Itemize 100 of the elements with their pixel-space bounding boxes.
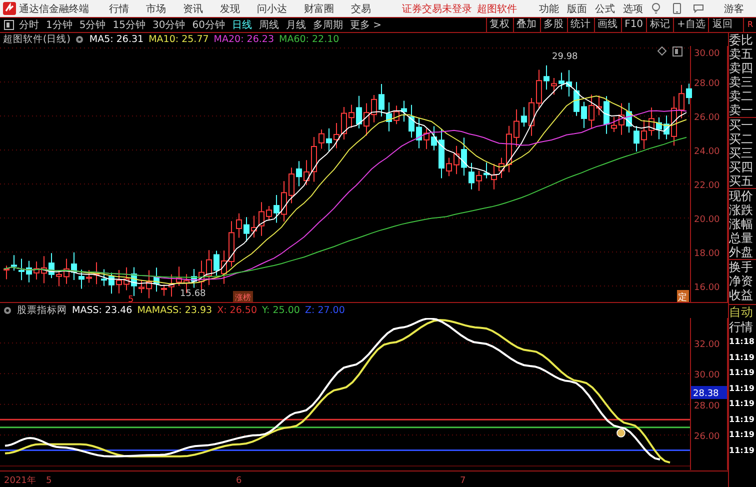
candlestick: [168, 274, 174, 298]
menu-item[interactable]: 交易: [351, 2, 371, 16]
candlestick: [514, 108, 520, 148]
phone-icon[interactable]: [673, 3, 681, 14]
candlestick: [431, 126, 437, 151]
candlestick: [558, 72, 564, 90]
menu-item[interactable]: 资讯: [183, 2, 203, 16]
menu-item[interactable]: 功能: [539, 2, 559, 16]
menu-item[interactable]: 行情: [109, 2, 129, 16]
toolbar-button[interactable]: 画线: [594, 18, 621, 32]
current-value-label: 28.38: [691, 386, 727, 399]
lightbulb-icon[interactable]: [651, 3, 661, 14]
candlestick: [581, 101, 587, 129]
toolbar-button[interactable]: 统计: [566, 18, 594, 32]
candlestick: [484, 162, 490, 179]
quote-field-label: 委比: [729, 33, 754, 47]
period-tab[interactable]: 日线: [232, 18, 252, 32]
candlestick: [326, 128, 332, 152]
candlestick: [371, 94, 377, 123]
period-tab[interactable]: 分时: [19, 18, 39, 32]
candlestick: [348, 104, 354, 128]
menu-item[interactable]: 财富圈: [304, 2, 334, 16]
login-status[interactable]: 证券交易未登录: [402, 2, 472, 16]
candlestick: [176, 266, 182, 286]
indicator-value: MAMASS: 23.93: [137, 305, 212, 316]
app-logo-icon: [3, 2, 16, 15]
date-axis-label: 6: [236, 476, 242, 486]
quote-field-label: 换手: [729, 260, 754, 274]
candlestick: [626, 102, 632, 134]
candlestick: [454, 145, 460, 175]
trade-time: 11:19: [729, 444, 756, 456]
candlestick: [274, 194, 280, 224]
diamond-icon[interactable]: [657, 46, 667, 56]
toolbar-button[interactable]: +自选: [673, 18, 708, 32]
indicator-value: MA60: 22.10: [279, 34, 340, 45]
candlestick: [356, 95, 362, 129]
candlestick: [386, 102, 392, 132]
menu-item[interactable]: 选项: [623, 2, 643, 16]
candlestick: [588, 94, 594, 128]
menu-item[interactable]: 发现: [220, 2, 240, 16]
panel-toggle-icon[interactable]: [4, 20, 14, 30]
period-tab[interactable]: 5分钟: [79, 18, 106, 32]
menu-item[interactable]: 版面: [567, 2, 587, 16]
toolbar-button[interactable]: 复权: [486, 18, 513, 32]
candlestick: [476, 170, 482, 192]
candlestick: [124, 266, 130, 291]
toolbar-button[interactable]: 标记: [646, 18, 674, 32]
message-icon[interactable]: [693, 4, 704, 13]
candlestick: [154, 267, 160, 292]
price-axis-label: 16.00: [694, 283, 720, 293]
more-periods-button[interactable]: 更多 >: [350, 18, 382, 32]
user-label[interactable]: 游客: [724, 2, 744, 16]
period-tab[interactable]: 多周期: [312, 18, 343, 32]
toolbar-button[interactable]: 多股: [540, 18, 567, 32]
indicator-value: MA5: 26.31: [89, 34, 144, 45]
quote-field-label: 涨跌: [729, 203, 754, 217]
candlestick: [311, 136, 317, 182]
quote-field-label: 卖四: [729, 61, 754, 75]
candlestick: [664, 115, 670, 140]
trade-time: 11:19: [729, 414, 756, 426]
toolbar-button[interactable]: 叠加: [512, 18, 540, 32]
candlestick: [394, 105, 400, 125]
event-marker: 5: [128, 295, 134, 302]
candlestick: [101, 268, 107, 286]
toolbar-button[interactable]: R: [743, 18, 756, 32]
candlestick: [266, 206, 272, 221]
toolbar-button[interactable]: F10: [620, 18, 646, 32]
quote-field-label: 外盘: [729, 245, 756, 260]
candlestick: [334, 122, 340, 149]
gear-icon[interactable]: [3, 306, 12, 315]
menu-item[interactable]: 公式: [595, 2, 615, 16]
date-axis-label: 2021年: [4, 476, 36, 486]
candlestick: [544, 64, 550, 90]
period-tab[interactable]: 30分钟: [152, 18, 186, 32]
window-icon[interactable]: [672, 46, 682, 56]
toolbar-button[interactable]: 返回: [708, 18, 736, 32]
quote-field-label: 买三: [729, 146, 754, 160]
candlestick: [521, 106, 527, 128]
period-tab[interactable]: 15分钟: [112, 18, 146, 32]
menu-item[interactable]: 问小达: [257, 2, 287, 16]
candlestick: [244, 216, 250, 242]
candlestick: [498, 157, 504, 179]
menu-item[interactable]: 市场: [146, 2, 166, 16]
candlestick: [146, 270, 152, 299]
candlestick: [671, 96, 677, 146]
trade-time: 11:19: [729, 367, 756, 379]
candlestick: [304, 160, 310, 186]
candlestick: [611, 116, 617, 132]
candlestick: [656, 116, 662, 140]
period-tab[interactable]: 1分钟: [46, 18, 72, 32]
gear-icon[interactable]: [75, 35, 84, 44]
candlestick: [206, 250, 212, 286]
candlestick: [468, 162, 474, 190]
period-tab[interactable]: 月线: [286, 18, 306, 32]
period-tab[interactable]: 60分钟: [192, 18, 225, 32]
period-tab[interactable]: 周线: [258, 18, 279, 32]
quote-field-label: 总量: [729, 231, 754, 245]
candlestick: [18, 258, 24, 281]
mode-label[interactable]: 自动: [729, 304, 756, 320]
candlestick: [341, 106, 347, 140]
